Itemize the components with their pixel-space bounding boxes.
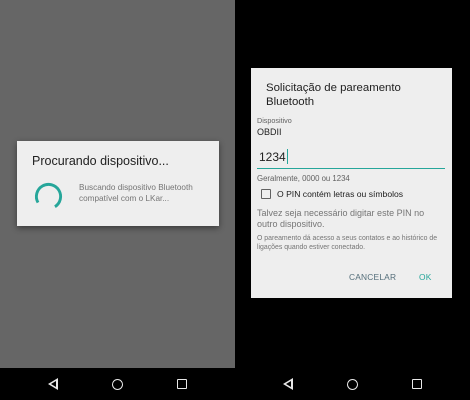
pin-letters-checkbox[interactable] [261, 189, 271, 199]
device-label: Dispositivo [257, 116, 292, 125]
right-screen: Solicitação de pareamento Bluetooth Disp… [235, 0, 470, 400]
pin-letters-checkbox-label: O PIN contém letras ou símbolos [277, 189, 404, 199]
progress-dialog-title: Procurando dispositivo... [32, 154, 169, 168]
progress-dialog-message: Buscando dispositivo Bluetooth compatíve… [79, 183, 193, 203]
dimmed-background: Procurando dispositivo... Buscando dispo… [0, 0, 235, 368]
left-screen: Procurando dispositivo... Buscando dispo… [0, 0, 235, 400]
pairing-dialog: Solicitação de pareamento Bluetooth Disp… [251, 68, 452, 298]
ok-button[interactable]: OK [419, 272, 432, 282]
pin-letters-checkbox-row[interactable]: O PIN contém letras ou símbolos [261, 189, 403, 199]
recents-icon[interactable] [173, 375, 191, 393]
pin-hint: Geralmente, 0000 ou 1234 [257, 174, 350, 183]
cancel-button[interactable]: CANCELAR [349, 272, 396, 282]
back-icon[interactable] [279, 375, 297, 393]
text-cursor [287, 149, 288, 164]
device-name: OBDII [257, 127, 282, 137]
dimmed-background: Solicitação de pareamento Bluetooth Disp… [235, 0, 470, 368]
back-icon[interactable] [44, 375, 62, 393]
home-icon[interactable] [343, 375, 361, 393]
pin-input-value: 1234 [259, 150, 286, 164]
pairing-note: O pareamento dá acesso a seus contatos e… [257, 235, 438, 251]
pin-input[interactable]: 1234 [257, 147, 445, 169]
progress-dialog: Procurando dispositivo... Buscando dispo… [17, 141, 219, 226]
navigation-bar [0, 368, 235, 400]
home-icon[interactable] [108, 375, 126, 393]
pairing-dialog-title: Solicitação de pareamento Bluetooth [266, 82, 401, 108]
navigation-bar [235, 368, 470, 400]
pin-info-text: Talvez seja necessário digitar este PIN … [257, 208, 425, 229]
recents-icon[interactable] [408, 375, 426, 393]
loading-spinner-icon [34, 182, 63, 211]
